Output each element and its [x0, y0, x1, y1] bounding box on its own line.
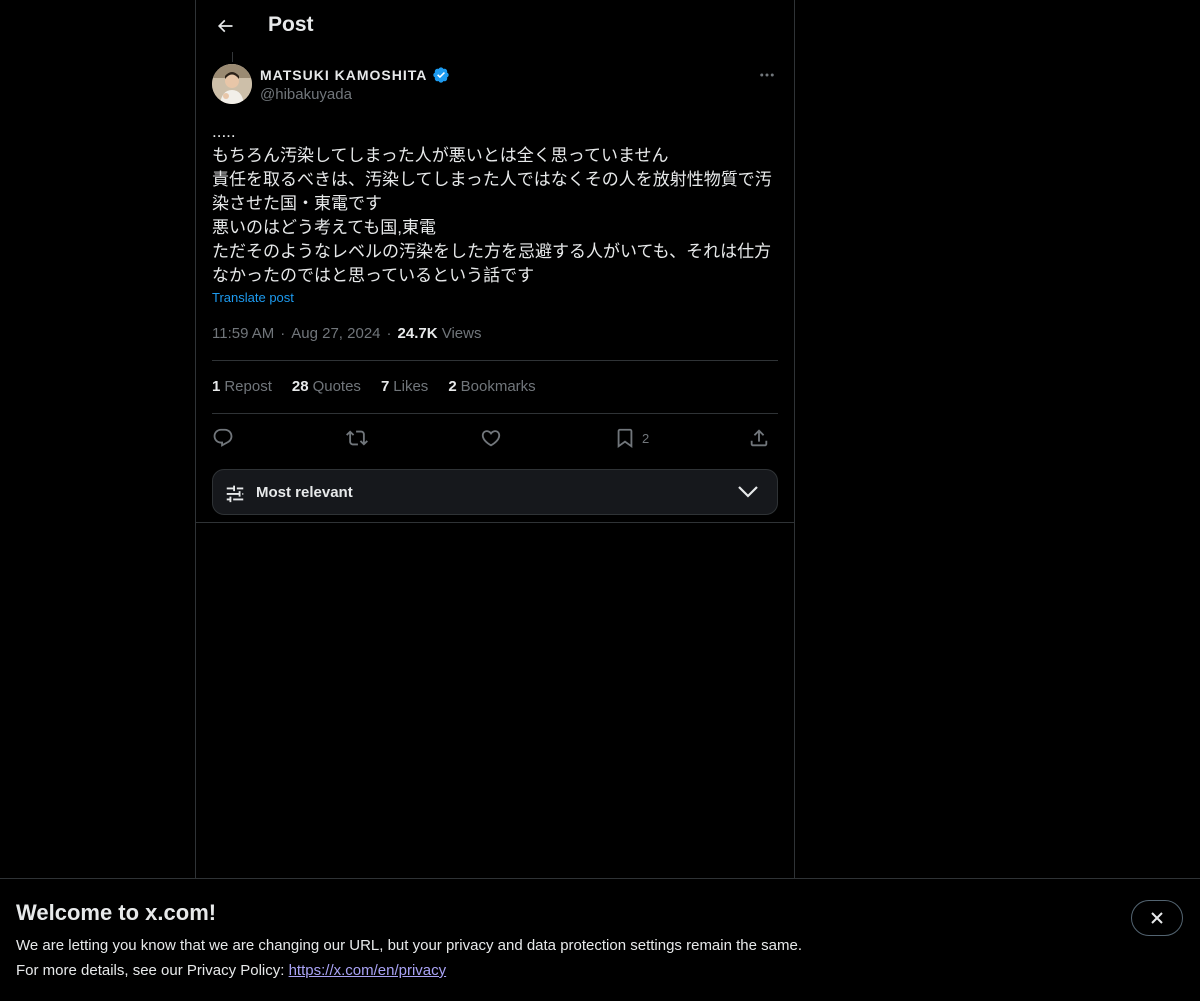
divider: [196, 522, 794, 523]
reply-button[interactable]: [212, 424, 234, 452]
divider: [212, 413, 778, 414]
bookmark-count: 2: [642, 430, 650, 446]
arrow-left-icon: [217, 19, 233, 33]
post-text-line: 責任を取るべきは、汚染してしまった人ではなくその人を放射性物質で汚染させた国・東…: [212, 170, 772, 213]
banner-message: We are letting you know that we are chan…: [16, 937, 802, 954]
avatar-image: [212, 64, 252, 104]
more-dots-icon: [760, 73, 774, 77]
views-label: Views: [441, 325, 482, 342]
repost-icon: [346, 430, 368, 446]
author-handle[interactable]: @hibakuyada: [260, 86, 352, 103]
likes-stat[interactable]: 7 Likes: [381, 378, 428, 395]
quotes-label: Quotes: [312, 378, 361, 395]
bookmarks-stat[interactable]: 2 Bookmarks: [448, 378, 535, 395]
meta-separator: ·: [386, 325, 392, 342]
close-icon: [1151, 912, 1163, 924]
post-text: ..... もちろん汚染してしまった人が悪いとは全く思っていません 責任を取るべ…: [212, 120, 778, 288]
reposts-label: Repost: [224, 378, 272, 395]
main-column: Post MATSUKI KAMOSHITA @hibakuyada .....…: [195, 0, 795, 878]
reply-icon: [213, 428, 233, 447]
display-name: MATSUKI KAMOSHITA: [260, 67, 428, 83]
reposts-stat[interactable]: 1 Repost: [212, 378, 272, 395]
privacy-policy-link[interactable]: https://x.com/en/privacy: [289, 962, 447, 979]
sort-replies-dropdown[interactable]: Most relevant: [212, 469, 778, 515]
bookmarks-label: Bookmarks: [460, 378, 536, 395]
post-text-line: .....: [212, 122, 236, 141]
post-date[interactable]: Aug 27, 2024: [291, 325, 380, 342]
divider: [212, 360, 778, 361]
banner-privacy-prefix: For more details, see our Privacy Policy…: [16, 962, 289, 979]
sliders-icon: [226, 485, 244, 503]
more-options-button[interactable]: [754, 64, 780, 86]
avatar[interactable]: [212, 64, 252, 104]
quotes-stat[interactable]: 28 Quotes: [292, 378, 361, 395]
bookmark-icon: [617, 428, 633, 449]
sort-label: Most relevant: [256, 484, 353, 501]
meta-separator: ·: [280, 325, 286, 342]
heart-icon: [481, 430, 501, 447]
quotes-count: 28: [291, 378, 309, 395]
post-text-line: 悪いのはどう考えても国,東電: [212, 218, 437, 237]
like-button[interactable]: [480, 424, 502, 452]
share-button[interactable]: [748, 424, 770, 452]
thread-connector: [232, 52, 233, 62]
translate-post-link[interactable]: Translate post: [212, 290, 294, 305]
post-actions: 2: [212, 424, 778, 452]
reposts-count: 1: [212, 378, 221, 395]
banner-privacy-line: For more details, see our Privacy Policy…: [16, 962, 446, 979]
likes-count: 7: [380, 378, 390, 395]
bookmarks-count: 2: [448, 378, 457, 395]
back-button[interactable]: [208, 9, 242, 43]
repost-button[interactable]: [346, 424, 368, 452]
post-time[interactable]: 11:59 AM: [212, 325, 274, 342]
author-name[interactable]: MATSUKI KAMOSHITA: [260, 66, 450, 84]
views-count: 24.7K: [397, 325, 438, 342]
post-text-line: ただそのようなレベルの汚染をした方を忌避する人がいても、それは仕方なかったのでは…: [212, 242, 772, 285]
likes-label: Likes: [393, 378, 429, 395]
chevron-down-icon: [738, 486, 758, 498]
post-text-line: もちろん汚染してしまった人が悪いとは全く思っていません: [212, 146, 669, 165]
page-title: Post: [268, 13, 314, 36]
post-stats: 1 Repost 28 Quotes 7 Likes 2 Bookmarks: [212, 378, 536, 395]
post-metadata: 11:59 AM · Aug 27, 2024 · 24.7K Views: [212, 325, 481, 342]
banner-close-button[interactable]: [1131, 900, 1183, 936]
verified-badge-icon[interactable]: [432, 66, 450, 84]
welcome-banner: Welcome to x.com! We are letting you kno…: [0, 878, 1200, 1001]
banner-title: Welcome to x.com!: [16, 900, 217, 925]
bookmark-button[interactable]: 2: [614, 424, 649, 452]
page-header: Post: [196, 0, 794, 53]
share-icon: [750, 429, 768, 447]
